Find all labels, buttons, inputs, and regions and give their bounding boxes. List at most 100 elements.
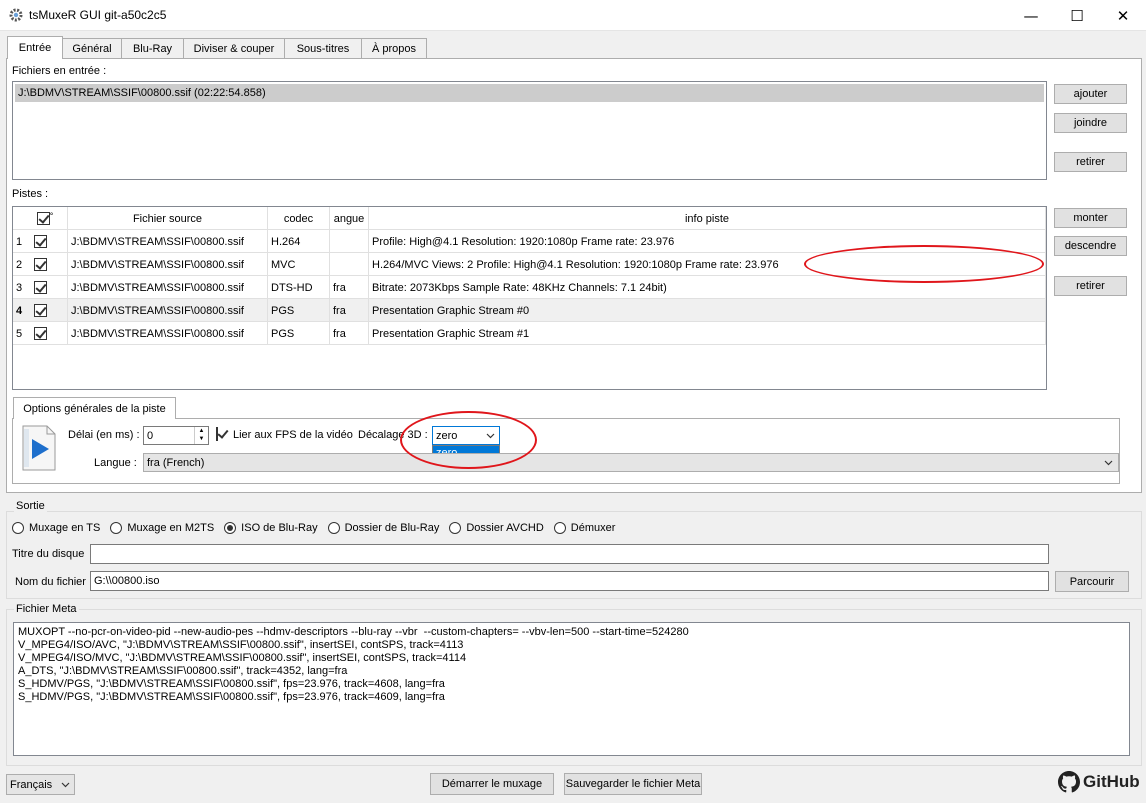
track-info-cell: Presentation Graphic Stream #1 <box>369 322 1046 345</box>
add-file-button[interactable]: ajouter <box>1054 84 1127 104</box>
language-label: Langue : <box>94 457 137 469</box>
track-check-cell[interactable]: 4 <box>13 299 68 322</box>
github-label: GitHub <box>1083 772 1140 791</box>
track-source-cell: J:\BDMV\STREAM\SSIF\00800.ssif <box>68 230 268 253</box>
output-mode-radio[interactable] <box>12 522 24 534</box>
track-enable-checkbox[interactable] <box>34 258 47 271</box>
tab-bluray[interactable]: Blu-Ray <box>121 38 184 58</box>
input-files-list[interactable]: J:\BDMV\STREAM\SSIF\00800.ssif (02:22:54… <box>12 81 1047 180</box>
filename-label: Nom du fichier <box>15 576 86 588</box>
select-all-checkbox[interactable] <box>36 212 50 225</box>
maximize-button[interactable]: ☐ <box>1054 0 1100 31</box>
remove-file-button[interactable]: retirer <box>1054 152 1127 172</box>
track-info-cell: Bitrate: 2073Kbps Sample Rate: 48KHz Cha… <box>369 276 1046 299</box>
track-lang-cell: fra <box>330 299 369 322</box>
filename-input[interactable]: G:\\00800.iso <box>90 571 1049 591</box>
meta-line: MUXOPT --no-pcr-on-video-pid --new-audio… <box>18 626 689 638</box>
header-track-info[interactable]: info piste <box>369 207 1046 230</box>
header-language[interactable]: angue <box>330 207 369 230</box>
track-lang-cell: fra <box>330 276 369 299</box>
output-mode-option[interactable]: ISO de Blu-Ray <box>224 522 318 534</box>
output-mode-radio[interactable] <box>553 522 566 534</box>
track-enable-checkbox[interactable] <box>34 235 47 248</box>
output-mode-option[interactable]: Dossier AVCHD <box>449 522 544 534</box>
join-file-button[interactable]: joindre <box>1054 113 1127 133</box>
window-title: tsMuxeR GUI git-a50c2c5 <box>29 8 167 22</box>
disk-title-label: Titre du disque <box>12 548 85 560</box>
track-source-cell: J:\BDMV\STREAM\SSIF\00800.ssif <box>68 322 268 345</box>
language-switcher[interactable]: Français <box>6 774 75 795</box>
output-mode-label: Muxage en M2TS <box>127 522 215 534</box>
header-check-col[interactable]: ° <box>13 207 68 230</box>
output-mode-option[interactable]: Dossier de Blu-Ray <box>327 522 439 534</box>
header-source[interactable]: Fichier source <box>68 207 268 230</box>
input-files-label: Fichiers en entrée : <box>12 65 107 77</box>
tracks-header-row: ° Fichier source codec angue info piste <box>13 207 1046 230</box>
meta-group-title: Fichier Meta <box>14 603 79 615</box>
input-file-item[interactable]: J:\BDMV\STREAM\SSIF\00800.ssif (02:22:54… <box>15 84 1044 102</box>
tab-general[interactable]: Général <box>62 38 122 58</box>
track-row[interactable]: 1 J:\BDMV\STREAM\SSIF\00800.ssif H.264 Prof… <box>13 230 1046 253</box>
track-check-cell[interactable]: 2 <box>13 253 68 276</box>
offset-3d-value: zero <box>436 429 458 442</box>
track-codec-cell: PGS <box>268 322 330 345</box>
track-row[interactable]: 5 J:\BDMV\STREAM\SSIF\00800.ssif PGS fra Pre… <box>13 322 1046 345</box>
tab-about[interactable]: À propos <box>361 38 427 58</box>
track-codec-cell: PGS <box>268 299 330 322</box>
output-mode-radio[interactable] <box>327 522 340 534</box>
track-enable-checkbox[interactable] <box>34 281 47 294</box>
tab-split-cut[interactable]: Diviser & couper <box>183 38 285 58</box>
tab-entree[interactable]: Entrée <box>7 36 63 59</box>
track-number: 2 <box>16 258 23 271</box>
title-bar: tsMuxeR GUI git-a50c2c5 — ☐ ✕ <box>0 0 1146 31</box>
track-info-cell: Profile: High@4.1 Resolution: 1920:1080p… <box>369 230 1046 253</box>
track-enable-checkbox[interactable] <box>34 304 47 317</box>
tracks-table[interactable]: ° Fichier source codec angue info piste … <box>12 206 1047 390</box>
close-button[interactable]: ✕ <box>1100 0 1146 31</box>
tab-subtitles[interactable]: Sous-titres <box>284 38 362 58</box>
tab-track-options[interactable]: Options générales de la piste <box>13 397 176 419</box>
output-mode-option[interactable]: Muxage en TS <box>12 522 100 534</box>
output-mode-radio[interactable] <box>449 522 462 534</box>
save-meta-button[interactable]: Sauvegarder le fichier Meta <box>564 773 702 795</box>
github-icon <box>1058 771 1080 793</box>
delay-value: 0 <box>147 429 154 442</box>
remove-track-button[interactable]: retirer <box>1054 276 1127 296</box>
delay-spinbox[interactable]: 0 ▲ ▼ <box>143 426 209 445</box>
track-source-cell: J:\BDMV\STREAM\SSIF\00800.ssif <box>68 276 268 299</box>
offset-3d-select[interactable]: zero <box>432 426 500 445</box>
track-row[interactable]: 3 J:\BDMV\STREAM\SSIF\00800.ssif DTS-HD fra… <box>13 276 1046 299</box>
start-mux-button[interactable]: Démarrer le muxage <box>430 773 554 795</box>
track-row[interactable]: 4 J:\BDMV\STREAM\SSIF\00800.ssif PGS fra Pre… <box>13 299 1046 322</box>
output-mode-label: Dossier AVCHD <box>466 522 544 534</box>
track-check-cell[interactable]: 5 <box>13 322 68 345</box>
track-enable-checkbox[interactable] <box>34 327 47 340</box>
meta-line: S_HDMV/PGS, "J:\BDMV\STREAM\SSIF\00800.s… <box>18 678 445 690</box>
delay-stepper-icon[interactable]: ▲ ▼ <box>194 427 208 444</box>
track-check-cell[interactable]: 3 <box>13 276 68 299</box>
output-group-title: Sortie <box>14 500 47 512</box>
meta-line: V_MPEG4/ISO/AVC, "J:\BDMV\STREAM\SSIF\00… <box>18 639 464 651</box>
track-codec-cell: DTS-HD <box>268 276 330 299</box>
move-down-button[interactable]: descendre <box>1054 236 1127 256</box>
move-up-button[interactable]: monter <box>1054 208 1127 228</box>
minimize-button[interactable]: — <box>1008 0 1054 31</box>
track-info-cell: Presentation Graphic Stream #0 <box>369 299 1046 322</box>
track-check-cell[interactable]: 1 <box>13 230 68 253</box>
language-select[interactable]: fra (French) <box>143 453 1119 472</box>
output-mode-label: Muxage en TS <box>29 522 101 534</box>
header-codec[interactable]: codec <box>268 207 330 230</box>
browse-button[interactable]: Parcourir <box>1055 571 1129 592</box>
output-mode-option[interactable]: Démuxer <box>553 522 615 534</box>
track-number: 4 <box>16 304 23 317</box>
output-mode-radio[interactable] <box>110 522 123 534</box>
meta-textarea[interactable]: MUXOPT --no-pcr-on-video-pid --new-audio… <box>13 622 1130 756</box>
disk-title-input[interactable] <box>90 544 1049 564</box>
output-mode-option[interactable]: Muxage en M2TS <box>110 522 214 534</box>
tracks-label: Pistes : <box>12 188 49 200</box>
fps-link-checkbox[interactable] <box>216 427 218 441</box>
output-mode-radio[interactable] <box>224 522 237 534</box>
meta-line: V_MPEG4/ISO/MVC, "J:\BDMV\STREAM\SSIF\00… <box>18 652 467 664</box>
github-link[interactable]: GitHub <box>1058 771 1140 793</box>
track-row[interactable]: 2 J:\BDMV\STREAM\SSIF\00800.ssif MVC H.264/… <box>13 253 1046 276</box>
